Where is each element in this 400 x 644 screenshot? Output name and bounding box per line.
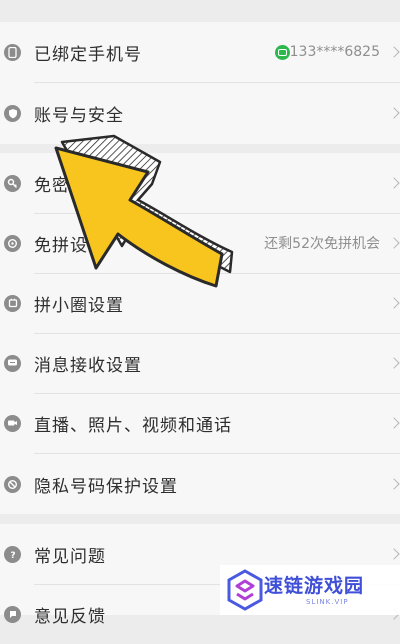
chevron-right-icon <box>388 357 400 369</box>
setting-label: 隐私号码保护设置 <box>34 476 178 497</box>
brand-logo-icon <box>227 569 263 611</box>
shield-icon <box>4 104 21 122</box>
chevron-right-icon <box>388 548 400 560</box>
message-icon <box>4 354 21 372</box>
svg-text:?: ? <box>10 551 15 560</box>
setting-label: 意见反馈 <box>34 606 106 627</box>
setting-row-privacy-number[interactable]: 隐私号码保护设置 <box>0 454 400 514</box>
setting-value: 133****6825 <box>289 44 380 60</box>
chevron-right-icon <box>388 478 400 490</box>
circle-icon <box>4 294 21 312</box>
setting-label: 直播、照片、视频和通话 <box>34 415 232 436</box>
chevron-right-icon <box>388 107 400 119</box>
verified-phone-icon <box>275 44 290 60</box>
chevron-right-icon <box>388 46 400 58</box>
setting-row-live-media[interactable]: 直播、照片、视频和通话 <box>0 393 400 453</box>
question-icon: ? <box>4 545 21 563</box>
feedback-icon <box>4 605 21 623</box>
setting-label: 常见问题 <box>34 546 106 567</box>
key-icon <box>4 174 21 192</box>
camera-icon <box>4 414 21 432</box>
watermark-subtitle: SLINK.VIP <box>306 598 349 606</box>
setting-row-message[interactable]: 消息接收设置 <box>0 333 400 393</box>
chevron-right-icon <box>388 177 400 189</box>
chevron-right-icon <box>388 237 400 249</box>
setting-value: 还剩52次免拼机会 <box>264 236 380 252</box>
phone-icon <box>4 43 21 61</box>
privacy-icon <box>4 475 21 493</box>
pointer-arrow-icon <box>54 134 234 288</box>
setting-label: 消息接收设置 <box>34 355 142 376</box>
setting-row-bound-phone[interactable]: 已绑定手机号 133****6825 <box>0 22 400 82</box>
target-icon <box>4 234 21 252</box>
watermark-title: 速链游戏园 <box>264 575 365 597</box>
watermark-badge: 速链游戏园 SLINK.VIP <box>220 565 400 615</box>
setting-label: 账号与安全 <box>34 105 124 126</box>
chevron-right-icon <box>388 417 400 429</box>
chevron-right-icon <box>388 297 400 309</box>
setting-label: 已绑定手机号 <box>34 44 142 65</box>
